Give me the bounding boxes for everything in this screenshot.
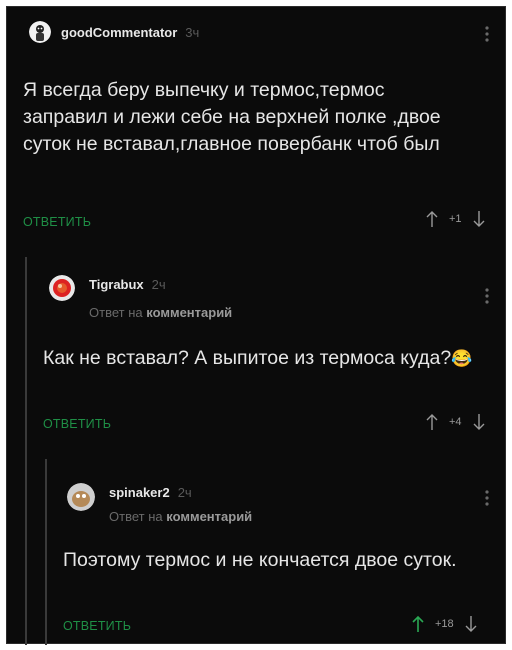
vote-controls: +1 xyxy=(425,210,486,228)
comment-3: spinaker2 2ч Ответ на комментарий Поэтом… xyxy=(7,459,507,645)
comment-header: goodCommentator 3ч xyxy=(29,21,199,43)
vote-controls: +18 xyxy=(411,615,478,633)
comment-text: Я всегда беру выпечку и термос,термос за… xyxy=(23,79,441,155)
score: +18 xyxy=(435,618,454,630)
comment-text: Поэтому термос и не кончается двое суток… xyxy=(63,549,457,571)
downvote-arrow-icon[interactable] xyxy=(472,210,486,228)
kebab-menu-icon[interactable] xyxy=(484,489,490,507)
downvote-arrow-icon[interactable] xyxy=(464,615,478,633)
comment-thread: goodCommentator 3ч Я всегда беру выпечку… xyxy=(6,6,507,645)
avatar[interactable] xyxy=(29,21,51,43)
username[interactable]: Tigrabux xyxy=(89,277,144,292)
score: +4 xyxy=(449,416,462,428)
upvote-arrow-icon[interactable] xyxy=(425,413,439,431)
comment-1: goodCommentator 3ч Я всегда беру выпечку… xyxy=(7,7,507,247)
kebab-menu-icon[interactable] xyxy=(484,287,490,305)
timestamp: 3ч xyxy=(185,24,200,40)
downvote-arrow-icon[interactable] xyxy=(472,413,486,431)
timestamp: 2ч xyxy=(151,276,166,292)
comment-text-body: Как не вставал? А выпитое из термоса куд… xyxy=(43,347,452,369)
kebab-menu-icon[interactable] xyxy=(484,25,490,43)
reply-button[interactable]: ОТВЕТИТЬ xyxy=(23,215,91,229)
vote-controls: +4 xyxy=(425,413,486,431)
reply-to-label: Ответ на комментарий xyxy=(89,305,232,320)
reply-to-prefix: Ответ на xyxy=(109,509,163,524)
reply-button[interactable]: ОТВЕТИТЬ xyxy=(43,417,111,431)
score: +1 xyxy=(449,213,462,225)
reply-to-prefix: Ответ на xyxy=(89,305,143,320)
comment-2: Tigrabux 2ч Ответ на комментарий Как не … xyxy=(7,257,507,447)
reply-to-link[interactable]: комментарий xyxy=(146,305,232,320)
upvote-arrow-icon[interactable] xyxy=(425,210,439,228)
reply-to-link[interactable]: комментарий xyxy=(166,509,252,524)
upvote-arrow-icon[interactable] xyxy=(411,615,425,633)
username[interactable]: spinaker2 xyxy=(109,485,170,500)
avatar[interactable] xyxy=(67,483,95,511)
laughing-emoji: 😂 xyxy=(451,349,473,368)
username[interactable]: goodCommentator xyxy=(61,25,177,40)
comment-header: spinaker2 2ч xyxy=(67,483,192,511)
timestamp: 2ч xyxy=(177,484,192,500)
comment-text: Как не вставал? А выпитое из термоса куд… xyxy=(43,345,473,372)
reply-to-label: Ответ на комментарий xyxy=(109,509,252,524)
reply-button[interactable]: ОТВЕТИТЬ xyxy=(63,619,131,633)
comment-header: Tigrabux 2ч xyxy=(49,275,166,301)
avatar[interactable] xyxy=(49,275,75,301)
